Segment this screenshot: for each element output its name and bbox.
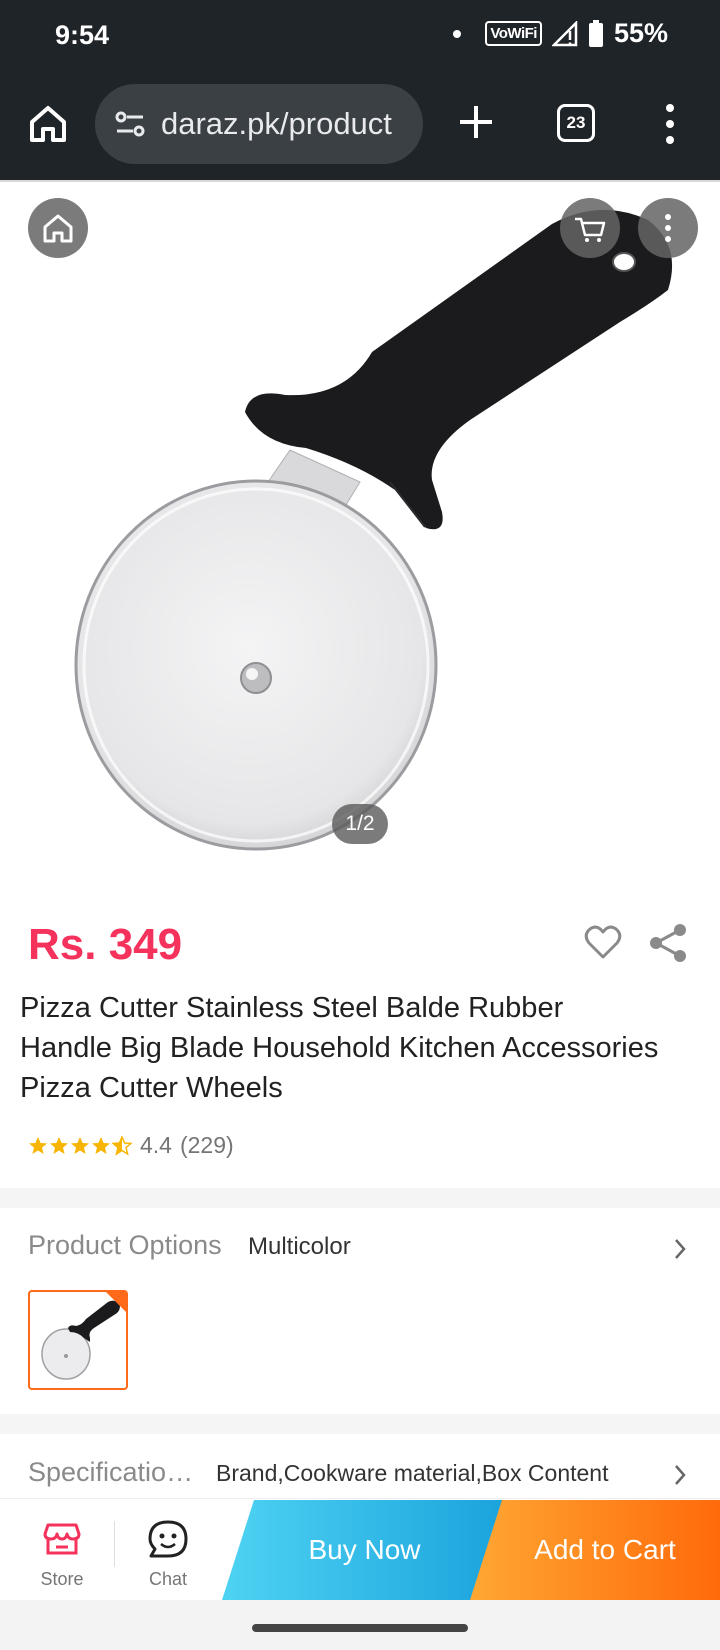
system-nav-bar	[0, 1600, 720, 1650]
add-to-cart-button[interactable]: Add to Cart	[470, 1500, 720, 1600]
rating-value: 4.4	[140, 1132, 172, 1158]
section-divider	[0, 1188, 720, 1208]
plus-icon[interactable]	[456, 102, 496, 142]
chat-label: Chat	[148, 1569, 188, 1589]
rating-stars	[28, 1135, 132, 1156]
selected-corner-badge	[106, 1292, 126, 1312]
star-half-icon	[112, 1135, 132, 1156]
product-rating[interactable]: 4.4 (229)	[28, 1132, 234, 1159]
specifications-value[interactable]: Brand,Cookware material,Box Content	[216, 1460, 608, 1487]
more-options-button[interactable]	[638, 198, 698, 258]
tabs-icon[interactable]: 23	[557, 104, 595, 142]
star-icon	[92, 1136, 110, 1154]
store-icon	[43, 1523, 81, 1555]
battery-icon	[588, 19, 603, 47]
notification-dot-icon	[453, 29, 462, 38]
image-counter: 1/2	[332, 804, 388, 844]
action-separator	[114, 1521, 115, 1567]
cart-button[interactable]	[560, 198, 620, 258]
status-indicators: VoWiFi 55%	[453, 18, 668, 49]
product-options-label[interactable]: Product Options	[28, 1230, 222, 1261]
star-icon	[71, 1136, 89, 1154]
chevron-right-icon[interactable]	[672, 1236, 688, 1262]
product-options-value[interactable]: Multicolor	[248, 1233, 351, 1261]
star-icon	[29, 1136, 47, 1154]
share-icon[interactable]	[648, 922, 688, 964]
specifications-label[interactable]: Specificatio…	[28, 1457, 198, 1488]
store-label: Store	[40, 1569, 84, 1589]
product-title: Pizza Cutter Stainless Steel Balde Rubbe…	[20, 992, 659, 1104]
site-settings-icon[interactable]	[113, 107, 147, 141]
heart-icon[interactable]	[584, 924, 622, 960]
more-vert-icon[interactable]	[660, 102, 680, 146]
store-home-button[interactable]	[28, 198, 88, 258]
gesture-handle[interactable]	[252, 1624, 468, 1632]
status-time: 9:54	[55, 20, 110, 50]
vowifi-icon: VoWiFi	[485, 21, 542, 46]
status-bar: 9:54 VoWiFi 55%	[0, 0, 720, 72]
home-icon[interactable]	[26, 102, 70, 146]
buy-now-button[interactable]: Buy Now	[222, 1500, 507, 1600]
chat-button[interactable]: Chat	[128, 1519, 208, 1590]
address-bar[interactable]: daraz.pk/product	[95, 84, 423, 164]
home-icon	[43, 214, 73, 243]
product-image-gallery[interactable]: 1/2	[0, 182, 720, 882]
browser-toolbar: daraz.pk/product 23	[0, 72, 720, 180]
cart-icon	[575, 217, 606, 242]
section-divider	[0, 1414, 720, 1434]
url-text: daraz.pk/product	[161, 106, 392, 141]
product-image	[74, 209, 673, 851]
star-icon	[50, 1136, 68, 1154]
product-price: Rs. 349	[28, 920, 183, 969]
store-button[interactable]: Store	[22, 1519, 102, 1590]
option-thumbnail[interactable]	[28, 1290, 128, 1390]
battery-percent: 55%	[613, 18, 668, 48]
chevron-right-icon[interactable]	[672, 1462, 688, 1488]
signal-icon	[551, 20, 578, 46]
chat-icon	[148, 1520, 188, 1558]
more-vert-icon	[665, 214, 671, 242]
review-count: (229)	[179, 1132, 234, 1158]
